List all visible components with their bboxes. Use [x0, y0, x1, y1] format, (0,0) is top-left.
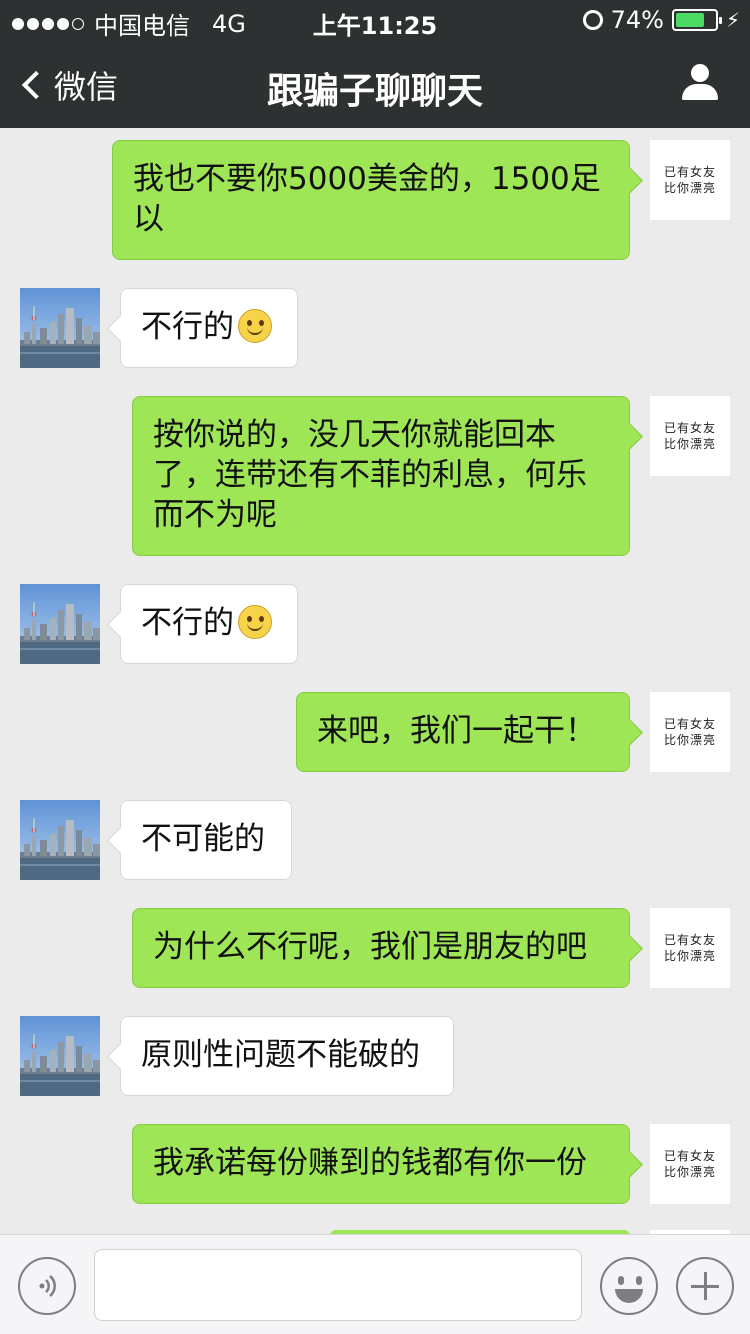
their-message-bubble[interactable]: 不行的 [120, 584, 298, 664]
page-title: 跟骗子聊聊天 [266, 71, 483, 112]
avatar-text: 已有女友 [663, 421, 716, 435]
plus-button[interactable] [676, 1257, 734, 1315]
contact-avatar[interactable] [20, 800, 100, 880]
message-text-line: 以 [133, 201, 164, 237]
message-text: 不行的 [141, 309, 234, 345]
contact-avatar[interactable] [20, 288, 100, 368]
message-text: 不行的 [141, 605, 234, 641]
their-message-bubble[interactable]: 不行的 [120, 288, 298, 368]
avatar-text: 已有女友 [663, 933, 716, 947]
avatar-text: 比你漂亮 [663, 437, 716, 451]
message-text-line: 我承诺每份赚到的钱都有你一份 [153, 1145, 587, 1181]
my-avatar[interactable]: 已有女友 比你漂亮 [650, 396, 730, 476]
avatar-text: 已有女友 [663, 1149, 716, 1163]
their-message-bubble[interactable]: 原则性问题不能破的 [120, 1016, 454, 1096]
skyline-image [20, 584, 100, 664]
message-text-line: 为什么不行呢，我们是朋友的吧 [153, 929, 587, 965]
contact-avatar[interactable] [20, 1016, 100, 1096]
battery-icon [671, 9, 722, 31]
voice-icon [39, 1275, 56, 1297]
voice-button[interactable] [18, 1257, 76, 1315]
my-avatar[interactable]: 已有女友 比你漂亮 [650, 692, 730, 772]
my-message-bubble[interactable]: 我也不要你5000美金的，1500足以 [112, 140, 630, 260]
message-text-line: 来吧，我们一起干！ [317, 713, 596, 749]
battery-percent: 74% [610, 6, 664, 34]
charging-icon: ⚡ [725, 8, 740, 32]
avatar-text: 比你漂亮 [663, 181, 716, 195]
profile-icon[interactable] [680, 64, 720, 104]
avatar-text: 已有女友 [663, 165, 716, 179]
skyline-image [20, 800, 100, 880]
message-text: 原则性问题不能破的 [141, 1037, 420, 1073]
avatar-text: 比你漂亮 [663, 1165, 716, 1179]
my-message-bubble[interactable]: 为什么不行呢，我们是朋友的吧 [132, 908, 630, 988]
skyline-image [20, 288, 100, 368]
nav-bar: 微信 跟骗子聊聊天 [0, 40, 750, 128]
my-avatar[interactable]: 已有女友 比你漂亮 [650, 140, 730, 220]
message-text: 不可能的 [141, 821, 265, 857]
avatar-text: 已有女友 [663, 717, 716, 731]
input-bar [0, 1234, 750, 1334]
alarm-icon [582, 10, 603, 30]
smile-emoji-icon [238, 309, 272, 343]
my-avatar[interactable]: 已有女友 比你漂亮 [650, 1124, 730, 1204]
contact-avatar[interactable] [20, 584, 100, 664]
smile-emoji-icon [238, 605, 272, 639]
message-text-line: 了，连带还有不菲的利息，何乐 [153, 457, 587, 493]
my-message-bubble[interactable]: 按你说的，没几天你就能回本 了，连带还有不菲的利息，何乐 而不为呢 [132, 396, 630, 556]
message-text-line: 我也不要你5000美金的，1500足 [133, 161, 601, 197]
their-message-bubble[interactable]: 不可能的 [120, 800, 292, 880]
avatar-text: 比你漂亮 [663, 949, 716, 963]
emoji-button[interactable] [600, 1257, 658, 1315]
message-text-line: 按你说的，没几天你就能回本 [153, 417, 556, 453]
my-message-bubble[interactable]: 我承诺每份赚到的钱都有你一份 [132, 1124, 630, 1204]
my-message-bubble[interactable]: 来吧，我们一起干！ [296, 692, 630, 772]
skyline-image [20, 1016, 100, 1096]
my-avatar[interactable]: 已有女友 比你漂亮 [650, 908, 730, 988]
status-bar: 中国电信 4G 上午11:25 74% ⚡ [0, 0, 750, 40]
message-input[interactable] [94, 1249, 582, 1321]
message-text-line: 而不为呢 [153, 497, 277, 533]
avatar-text: 比你漂亮 [663, 733, 716, 747]
